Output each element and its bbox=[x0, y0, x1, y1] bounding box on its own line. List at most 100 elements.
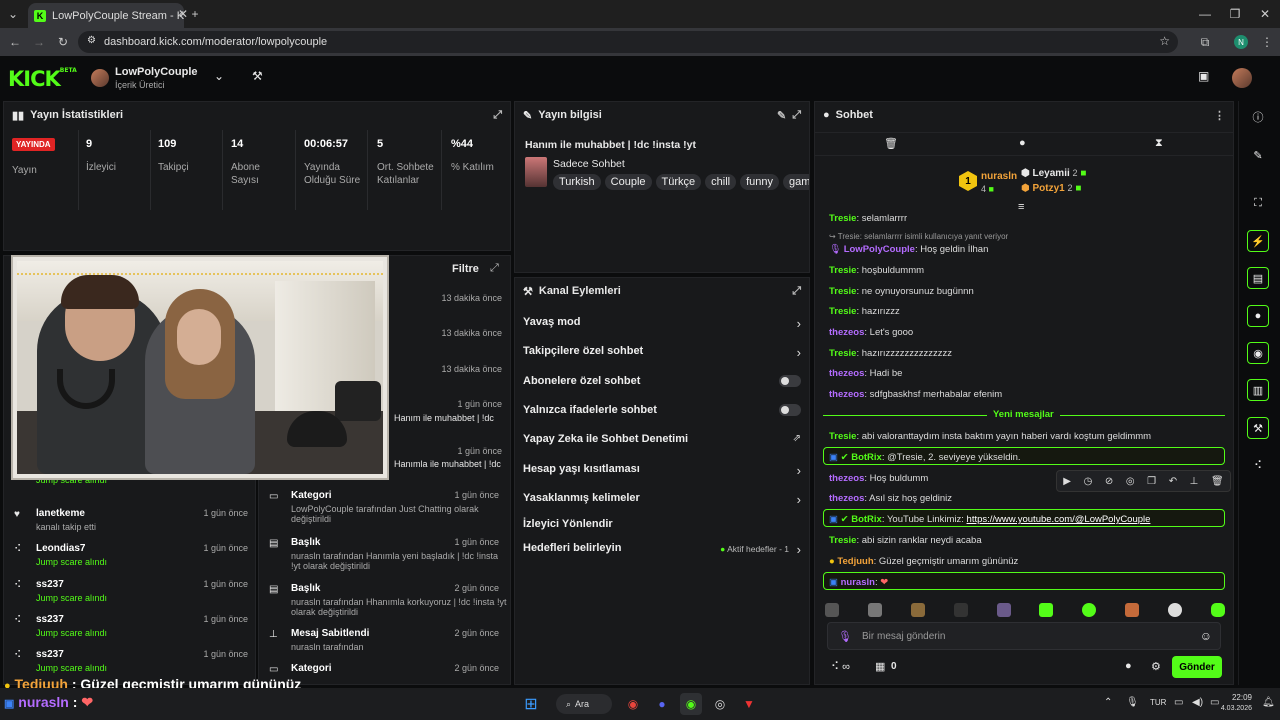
trash-icon[interactable]: 🗑︎ bbox=[884, 137, 898, 150]
emote-only-toggle bbox=[779, 404, 801, 416]
tag[interactable]: Türkçe bbox=[655, 174, 702, 190]
timeout-clock-icon[interactable]: ◷ bbox=[1084, 476, 1093, 487]
expand-icon[interactable]: ⤢ bbox=[490, 262, 499, 275]
bookmark-star-icon[interactable]: ☆ bbox=[1159, 34, 1170, 48]
browser-menu-icon[interactable]: ⋮ bbox=[1252, 28, 1280, 56]
notification-bell-icon[interactable]: 🔔︎ bbox=[1262, 697, 1275, 708]
site-info-icon[interactable]: ⚙ bbox=[87, 35, 96, 46]
tray-chevron-icon[interactable]: ⌃ bbox=[1104, 697, 1112, 708]
emote[interactable] bbox=[910, 603, 925, 617]
minimize-icon[interactable]: — bbox=[1190, 0, 1220, 28]
pin-icon[interactable]: ⊥ bbox=[1190, 476, 1199, 487]
layout-icon[interactable]: ▥ bbox=[1247, 379, 1269, 401]
action-subs-only[interactable]: Abonelere özel sohbet bbox=[515, 375, 809, 393]
copy-icon[interactable]: ❐ bbox=[1147, 476, 1156, 487]
windows-start-icon[interactable]: ⊞ bbox=[520, 693, 542, 715]
wrench-icon[interactable]: ⚒ bbox=[1247, 417, 1269, 439]
chrome-app-icon[interactable]: ◉ bbox=[622, 693, 644, 715]
send-button[interactable]: Gönder bbox=[1172, 656, 1222, 678]
pencil-icon[interactable]: ✎ bbox=[1247, 144, 1269, 166]
browser-tab[interactable]: K LowPolyCouple Stream - Kick Da bbox=[28, 3, 184, 28]
points-icon[interactable]: ⠪ ∞ bbox=[831, 660, 850, 673]
emote[interactable] bbox=[1125, 603, 1140, 617]
stream-title: Hanım ile muhabbet | !dc !insta !yt bbox=[525, 139, 696, 151]
channel-switch-chevron-icon[interactable]: ⌄ bbox=[214, 69, 224, 83]
action-goals[interactable]: Hedefleri belirleyin ● Aktif hedefler - 1… bbox=[515, 542, 809, 560]
chat-input[interactable]: 🎙︎ Bir mesaj gönderin ☺ bbox=[827, 622, 1221, 650]
app-icon[interactable]: ▼ bbox=[738, 693, 760, 715]
emote[interactable] bbox=[1082, 603, 1097, 617]
chat-bubble-icon[interactable]: ● bbox=[1019, 137, 1026, 149]
mod-tools-hammer-icon[interactable]: ⚒ bbox=[252, 69, 263, 83]
document-icon[interactable]: ▤ bbox=[1247, 267, 1269, 289]
youtube-link[interactable]: https://www.youtube.com/@LowPolyCouple bbox=[967, 514, 1151, 525]
expand-icon[interactable]: ⤢ bbox=[792, 109, 801, 122]
expand-icon[interactable]: ⤢ bbox=[493, 109, 502, 122]
action-ai-moderation[interactable]: Yapay Zeka ile Sohbet Denetimi ⇗ bbox=[515, 433, 809, 451]
hourglass-icon[interactable]: ⧗ bbox=[1155, 137, 1163, 150]
volume-icon[interactable]: ◀) bbox=[1192, 697, 1203, 708]
apps-icon[interactable]: ⠪ bbox=[1247, 454, 1269, 476]
broadcast-icon[interactable]: ◉ bbox=[1247, 342, 1269, 364]
tag[interactable]: Turkish bbox=[553, 174, 601, 190]
channel-avatar[interactable] bbox=[91, 69, 109, 87]
emote[interactable] bbox=[867, 603, 882, 617]
action-emote-only[interactable]: Yalnızca ifadelerle sohbet bbox=[515, 404, 809, 422]
studio-icon[interactable]: ▣ bbox=[1198, 69, 1209, 83]
action-followers-only[interactable]: Takipçilere özel sohbet › bbox=[515, 345, 809, 363]
window-close-icon[interactable]: ✕ bbox=[1250, 0, 1280, 28]
settings-gear-icon[interactable]: ⚙ bbox=[1151, 660, 1161, 673]
expand-icon[interactable]: ⤢ bbox=[792, 285, 801, 298]
action-slow-mode[interactable]: Yavaş mod › bbox=[515, 316, 809, 334]
emoji-picker-icon[interactable]: ☺ bbox=[1200, 629, 1212, 643]
info-icon[interactable]: ⓘ bbox=[1247, 106, 1269, 128]
extensions-icon[interactable]: ⧉ bbox=[1190, 28, 1220, 56]
obs-app-icon[interactable]: ◎ bbox=[709, 693, 731, 715]
chrome-active-app-icon[interactable]: ◉ bbox=[680, 693, 702, 715]
action-banned-words[interactable]: Yasaklanmış kelimeler › bbox=[515, 492, 809, 510]
mic-tray-icon[interactable]: 🎙︎ bbox=[1126, 697, 1139, 708]
tag[interactable]: chill bbox=[705, 174, 737, 190]
mention-icon[interactable]: ◎ bbox=[1126, 476, 1135, 487]
reload-icon[interactable]: ↻ bbox=[48, 28, 78, 56]
chat-icon[interactable]: ● bbox=[1247, 305, 1269, 327]
new-messages-divider: Yeni mesajlar bbox=[987, 409, 1060, 420]
chat-menu-icon[interactable]: ⋮ bbox=[1214, 109, 1225, 122]
emote[interactable] bbox=[1039, 603, 1054, 617]
new-tab-icon[interactable]: + bbox=[180, 0, 210, 28]
taskbar-search[interactable]: ⌕ Ara bbox=[556, 694, 612, 714]
kick-logo[interactable]: KICKBETA bbox=[8, 67, 77, 91]
tab-search-icon[interactable]: ⌄ bbox=[0, 0, 26, 28]
profile-avatar[interactable]: N bbox=[1234, 35, 1248, 49]
action-host[interactable]: İzleyici Yönlendir bbox=[515, 518, 809, 536]
emote[interactable] bbox=[825, 603, 839, 617]
tag[interactable]: Couple bbox=[604, 174, 652, 190]
tag[interactable]: funny bbox=[740, 174, 780, 190]
filter-button[interactable]: Filtre bbox=[452, 263, 479, 275]
emote[interactable] bbox=[1168, 603, 1182, 617]
tag[interactable]: game bbox=[783, 174, 809, 190]
network-icon[interactable]: ▭ bbox=[1174, 697, 1183, 708]
language-indicator[interactable]: TUR bbox=[1150, 698, 1166, 707]
address-bar[interactable]: ⚙ dashboard.kick.com/moderator/lowpolyco… bbox=[78, 31, 1178, 53]
emote[interactable] bbox=[996, 603, 1011, 617]
collapse-icon[interactable]: ≡ bbox=[1018, 201, 1024, 213]
clock-date[interactable]: 4.03.2026 bbox=[1204, 705, 1252, 712]
emote[interactable] bbox=[953, 603, 968, 617]
clock-time[interactable]: 22:09 bbox=[1222, 693, 1252, 702]
ban-icon[interactable]: ⊘ bbox=[1105, 476, 1113, 487]
discord-app-icon[interactable]: ● bbox=[651, 693, 673, 715]
edit-icon[interactable]: ✎ bbox=[777, 109, 786, 122]
reply-icon[interactable]: ↶ bbox=[1169, 476, 1177, 487]
gift-icon[interactable]: ▦ bbox=[875, 660, 885, 673]
action-account-age[interactable]: Hesap yaşı kısıtlaması › bbox=[515, 463, 809, 481]
play-icon[interactable]: ▶ bbox=[1063, 476, 1071, 487]
maximize-icon[interactable]: ❐ bbox=[1220, 0, 1250, 28]
emote[interactable] bbox=[1210, 603, 1225, 617]
chat-bubble-icon[interactable]: ● bbox=[1125, 660, 1132, 672]
share-icon: ⠪ bbox=[14, 650, 22, 661]
lightning-icon[interactable]: ⚡ bbox=[1247, 230, 1269, 252]
delete-icon[interactable]: 🗑︎ bbox=[1211, 476, 1224, 487]
user-avatar[interactable] bbox=[1232, 68, 1252, 88]
fullscreen-icon[interactable]: ⛶ bbox=[1247, 192, 1269, 214]
